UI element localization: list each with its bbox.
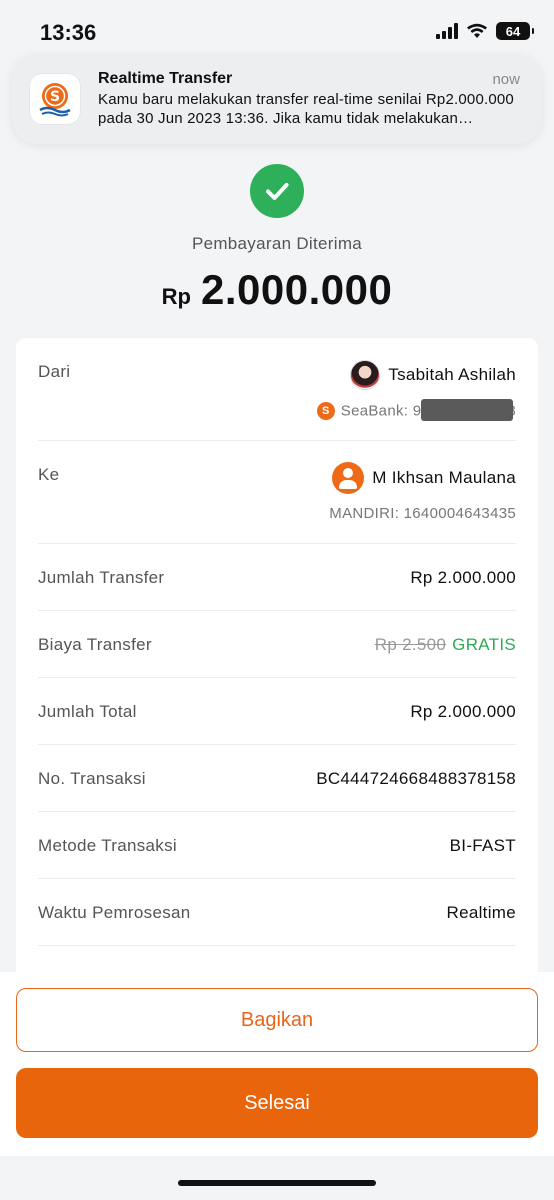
battery-icon: 64 bbox=[496, 22, 534, 40]
wifi-icon bbox=[467, 23, 487, 38]
transfer-details-card: Dari Tsabitah Ashilah SSeaBank: 98 Ke M … bbox=[16, 338, 538, 978]
recipient: M Ikhsan Maulana bbox=[332, 462, 516, 494]
sender-bank-account: SeaBank: 9 bbox=[340, 402, 422, 420]
recipient-account: MANDIRI: 1640004643435 bbox=[329, 505, 516, 522]
detail-label: Metode Transaksi bbox=[38, 836, 177, 855]
detail-row-processing-time: Waktu Pemrosesan Realtime bbox=[38, 879, 516, 946]
notification-title: Realtime Transfer bbox=[98, 70, 233, 87]
status-time: 13:36 bbox=[40, 20, 97, 45]
seabank-icon: S bbox=[316, 402, 335, 420]
amount-currency: Rp bbox=[161, 284, 191, 309]
seabank-app-icon: S bbox=[30, 74, 80, 124]
success-check-icon bbox=[250, 164, 304, 218]
sender: Tsabitah Ashilah bbox=[350, 360, 516, 390]
detail-row-total: Jumlah Total Rp 2.000.000 bbox=[38, 678, 516, 745]
home-indicator[interactable] bbox=[178, 1180, 376, 1186]
sender-avatar bbox=[350, 360, 381, 390]
detail-row-method: Metode Transaksi BI-FAST bbox=[38, 812, 516, 879]
amount-value: 2.000.000 bbox=[200, 266, 393, 313]
recipient-avatar-icon bbox=[332, 462, 365, 494]
detail-row-from: Dari Tsabitah Ashilah SSeaBank: 98 bbox=[38, 338, 516, 441]
detail-value: Realtime bbox=[446, 903, 516, 922]
detail-label: Jumlah Transfer bbox=[38, 568, 165, 587]
cellular-signal-icon bbox=[436, 23, 458, 39]
detail-label: Jumlah Total bbox=[38, 702, 137, 721]
detail-row-transaction-number: No. Transaksi BC444724668488378158 bbox=[38, 745, 516, 812]
sender-bank: SSeaBank: 98 bbox=[316, 399, 516, 422]
battery-level: 64 bbox=[505, 23, 521, 39]
status-icons: 64 bbox=[436, 22, 534, 40]
original-fee: Rp 2.500 bbox=[374, 635, 447, 654]
detail-row-transfer-fee: Biaya Transfer Rp 2.500 GRATIS bbox=[38, 611, 516, 678]
recipient-name: M Ikhsan Maulana bbox=[372, 468, 516, 487]
detail-value: Rp 2.000.000 bbox=[410, 568, 516, 587]
to-label: Ke bbox=[38, 465, 60, 484]
detail-value: BI-FAST bbox=[449, 836, 516, 855]
status-bar: 13:36 64 bbox=[0, 0, 554, 60]
detail-row-transfer-amount: Jumlah Transfer Rp 2.000.000 bbox=[38, 544, 516, 611]
detail-value: Rp 2.000.000 bbox=[410, 702, 516, 721]
detail-label: Biaya Transfer bbox=[38, 635, 152, 654]
free-fee-badge: GRATIS bbox=[452, 635, 516, 654]
detail-label: No. Transaksi bbox=[38, 769, 146, 788]
bottom-action-panel: Bagikan Selesai bbox=[0, 972, 554, 1156]
sender-name: Tsabitah Ashilah bbox=[388, 365, 516, 384]
notification-banner[interactable]: S Realtime Transfer now Kamu baru melaku… bbox=[12, 54, 542, 144]
detail-row-to: Ke M Ikhsan Maulana MANDIRI: 16400046434… bbox=[38, 441, 516, 544]
done-button[interactable]: Selesai bbox=[16, 1068, 538, 1138]
svg-text:S: S bbox=[50, 89, 60, 105]
notification-time: now bbox=[492, 71, 520, 88]
detail-value-fee: Rp 2.500 GRATIS bbox=[375, 635, 516, 655]
payment-amount: Rp 2.000.000 bbox=[0, 266, 554, 314]
detail-value[interactable]: BC444724668488378158 bbox=[316, 769, 516, 789]
notification-body: Kamu baru melakukan transfer real-time s… bbox=[98, 91, 514, 127]
payment-status: Pembayaran Diterima bbox=[191, 234, 363, 253]
detail-label: Waktu Pemrosesan bbox=[38, 903, 191, 922]
from-label: Dari bbox=[38, 362, 71, 381]
share-button[interactable]: Bagikan bbox=[16, 988, 538, 1052]
redacted-account-number bbox=[421, 399, 514, 421]
